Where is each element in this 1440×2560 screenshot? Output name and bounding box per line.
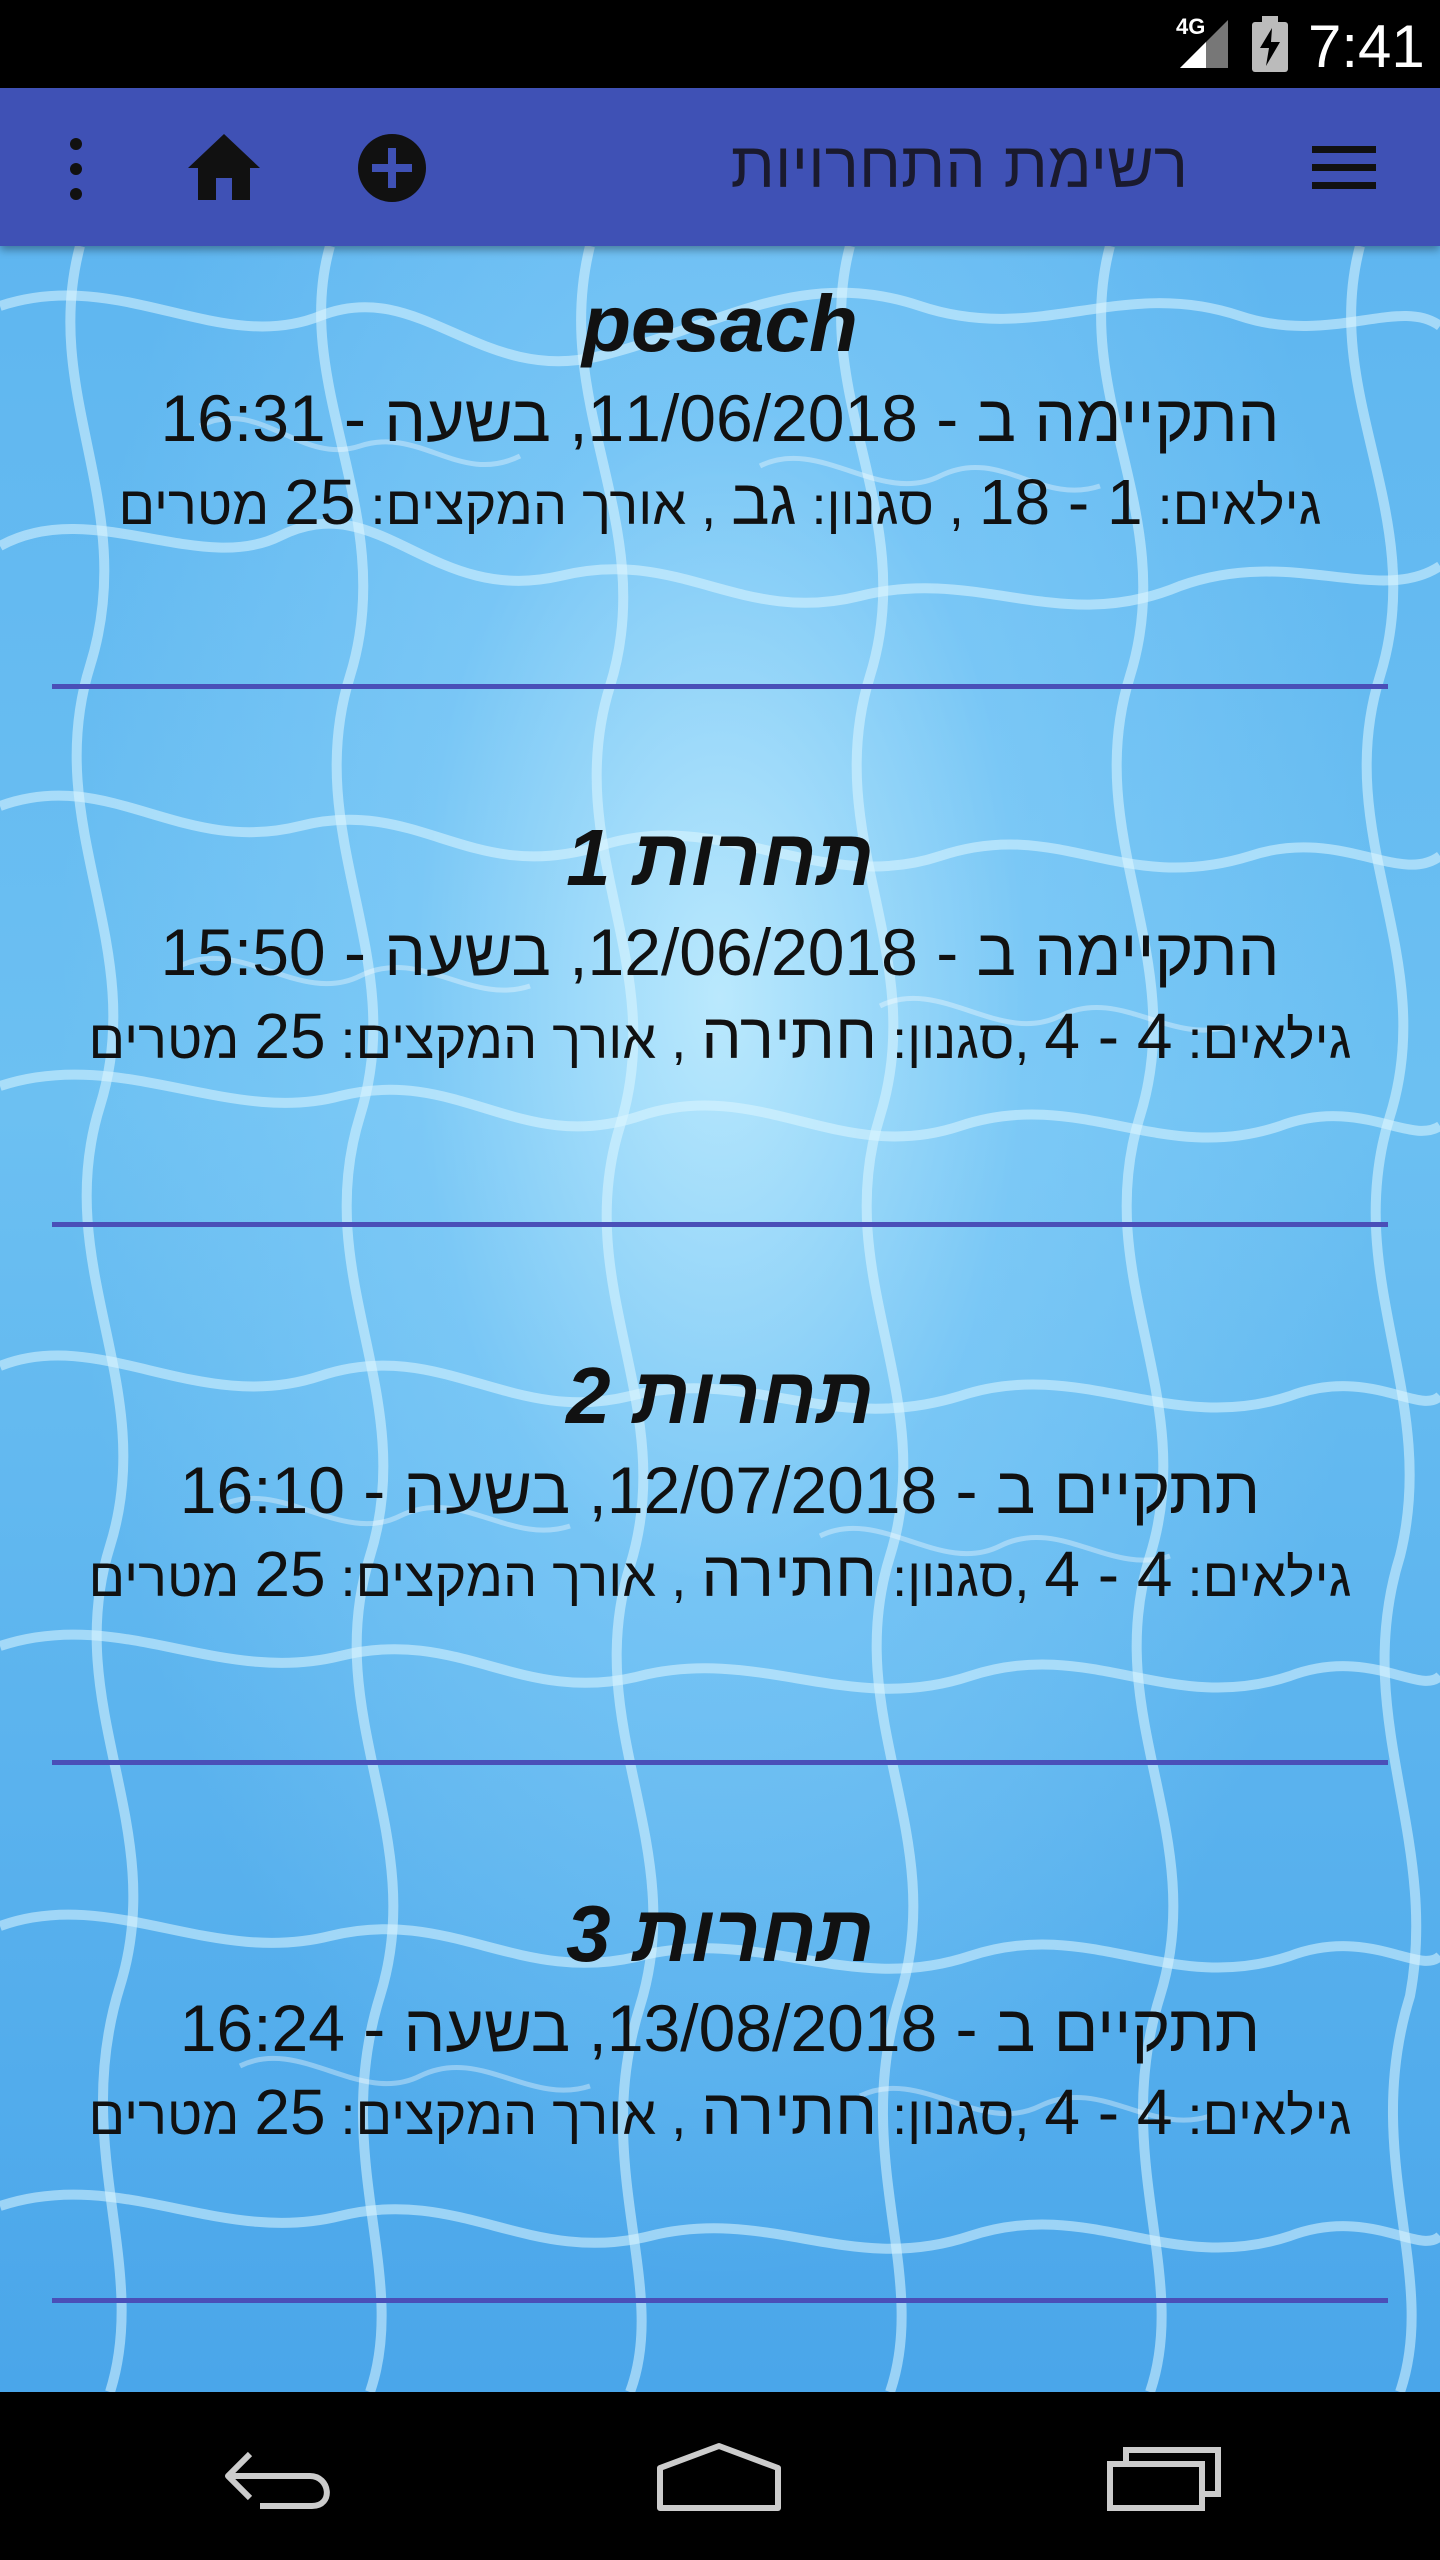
style-label: ,סגנון: — [892, 1010, 1030, 1070]
home-icon[interactable] — [186, 132, 262, 202]
ages-label: גילאים: — [1187, 1548, 1352, 1608]
app-bar: רשימת התחרויות — [0, 88, 1440, 246]
battery-charging-icon — [1252, 16, 1288, 72]
list-divider — [52, 1222, 1388, 1227]
ages-value: 1 - 18 — [978, 466, 1143, 538]
ages-value: 4 - 4 — [1044, 1000, 1173, 1072]
length-value: 25 — [254, 2076, 326, 2148]
competition-datetime: תתקיים ב - 13/08/2018, בשעה - 16:24 — [179, 1991, 1261, 2065]
ages-label: גילאים: — [1157, 476, 1322, 536]
length-value: 25 — [254, 1538, 326, 1610]
menu-icon[interactable] — [1310, 138, 1378, 198]
competition-datetime: התקיימה ב - 12/06/2018, בשעה - 15:50 — [160, 915, 1280, 989]
length-unit: מטרים — [88, 1010, 240, 1070]
ages-label: גילאים: — [1187, 1010, 1352, 1070]
length-label: , אורך המקצים: — [340, 1548, 687, 1608]
length-value: 25 — [284, 466, 356, 538]
list-divider — [52, 2298, 1388, 2303]
style-value: חתירה — [701, 2076, 878, 2148]
more-vert-icon[interactable] — [62, 134, 90, 204]
list-divider — [52, 684, 1388, 689]
length-label: , אורך המקצים: — [340, 2086, 687, 2146]
signal-icon — [1180, 20, 1228, 68]
length-label: , אורך המקצים: — [340, 1010, 687, 1070]
competition-name: תחרות 3 — [566, 1889, 874, 1978]
ages-value: 4 - 4 — [1044, 2076, 1173, 2148]
page-title: רשימת התחרויות — [730, 129, 1188, 201]
competition-item[interactable]: תחרות 1 התקיימה ב - 12/06/2018, בשעה - 1… — [52, 810, 1388, 1082]
length-value: 25 — [254, 1000, 326, 1072]
competition-item[interactable]: pesach התקיימה ב - 11/06/2018, בשעה - 16… — [52, 276, 1388, 548]
ages-value: 4 - 4 — [1044, 1538, 1173, 1610]
add-circle-icon[interactable] — [356, 132, 428, 204]
competition-datetime: התקיימה ב - 11/06/2018, בשעה - 16:31 — [160, 381, 1280, 455]
recents-icon[interactable] — [1104, 2442, 1224, 2512]
style-label: ,סגנון: — [892, 1548, 1030, 1608]
navigation-bar — [0, 2392, 1440, 2560]
style-value: חתירה — [701, 1000, 878, 1072]
list-divider — [52, 1760, 1388, 1765]
competition-name: תחרות 2 — [566, 1351, 874, 1440]
style-label: ,סגנון: — [892, 2086, 1030, 2146]
style-value: חתירה — [701, 1538, 878, 1610]
back-icon[interactable] — [220, 2442, 340, 2512]
competition-item[interactable]: תחרות 3 תתקיים ב - 13/08/2018, בשעה - 16… — [52, 1886, 1388, 2158]
competition-list[interactable]: pesach התקיימה ב - 11/06/2018, בשעה - 16… — [0, 246, 1440, 2392]
status-bar: 4G 7:41 — [0, 0, 1440, 88]
length-unit: מטרים — [118, 476, 270, 536]
competition-details: גילאים: 1 - 18 , סגנון: גב , אורך המקצים… — [52, 460, 1388, 548]
length-unit: מטרים — [88, 2086, 240, 2146]
competition-item[interactable]: תחרות 2 תתקיים ב - 12/07/2018, בשעה - 16… — [52, 1348, 1388, 1620]
style-label: , סגנון: — [811, 476, 964, 536]
competition-details: גילאים: 4 - 4 ,סגנון: חתירה , אורך המקצי… — [52, 994, 1388, 1082]
length-unit: מטרים — [88, 1548, 240, 1608]
competition-details: גילאים: 4 - 4 ,סגנון: חתירה , אורך המקצי… — [52, 2070, 1388, 2158]
style-value: גב — [731, 466, 797, 538]
competition-name: תחרות 1 — [566, 813, 874, 902]
home-nav-icon[interactable] — [654, 2442, 784, 2512]
ages-label: גילאים: — [1187, 2086, 1352, 2146]
length-label: , אורך המקצים: — [370, 476, 717, 536]
competition-details: גילאים: 4 - 4 ,סגנון: חתירה , אורך המקצי… — [52, 1532, 1388, 1620]
competition-name: pesach — [582, 279, 858, 368]
competition-datetime: תתקיים ב - 12/07/2018, בשעה - 16:10 — [179, 1453, 1261, 1527]
clock: 7:41 — [1308, 13, 1425, 80]
